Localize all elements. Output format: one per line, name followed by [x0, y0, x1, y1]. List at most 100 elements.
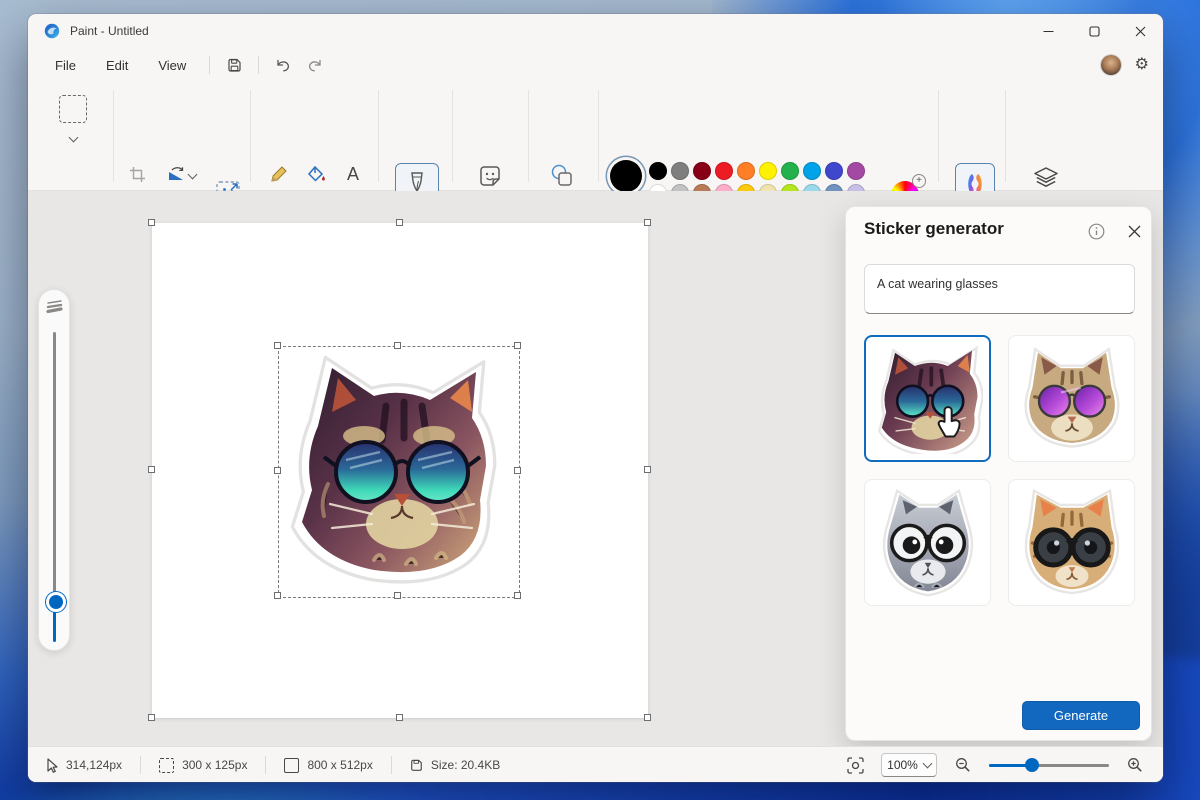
zoom-in-icon — [1127, 757, 1143, 773]
panel-close-icon — [1128, 225, 1141, 238]
rotate-button[interactable] — [162, 160, 190, 188]
generate-button[interactable]: Generate — [1022, 701, 1140, 730]
panel-close-button[interactable] — [1122, 219, 1146, 243]
palette-color-swatch[interactable] — [803, 162, 821, 180]
prompt-input[interactable]: A cat wearing glasses — [864, 264, 1135, 314]
sticker-thumbnail-4[interactable] — [1008, 479, 1135, 606]
sticker-thumbnail-2[interactable] — [1008, 335, 1135, 462]
close-button[interactable] — [1117, 14, 1163, 48]
menu-file[interactable]: File — [40, 53, 91, 78]
zoom-slider-thumb[interactable] — [1025, 758, 1039, 772]
maximize-button[interactable] — [1071, 14, 1117, 48]
add-color-plus-icon[interactable]: + — [912, 174, 926, 188]
save-button[interactable] — [218, 51, 250, 79]
menubar-separator — [258, 56, 259, 74]
text-tool-button[interactable]: A — [339, 160, 367, 188]
selection-handle[interactable] — [514, 342, 521, 349]
canvas-resize-handle[interactable] — [148, 466, 155, 473]
account-avatar[interactable] — [1101, 55, 1121, 75]
pencil-icon — [270, 165, 288, 183]
palette-color-swatch[interactable] — [781, 162, 799, 180]
canvas-workspace: Sticker generator A cat wearing glasses — [28, 191, 1163, 746]
selection-handle[interactable] — [274, 467, 281, 474]
minimize-button[interactable] — [1025, 14, 1071, 48]
color1-swatch[interactable] — [610, 160, 642, 192]
canvas-resize-handle[interactable] — [396, 219, 403, 226]
cursor-position-indicator: 314,124px — [40, 758, 128, 773]
minimize-icon — [1043, 26, 1054, 37]
canvas-resize-handle[interactable] — [644, 714, 651, 721]
canvas-resize-handle[interactable] — [148, 219, 155, 226]
sticker-face-icon — [477, 163, 503, 189]
close-icon — [1135, 26, 1146, 37]
file-size-text: Size: 20.4KB — [431, 758, 500, 772]
palette-color-swatch[interactable] — [671, 162, 689, 180]
selection-marquee[interactable] — [278, 346, 520, 598]
canvas-resize-handle[interactable] — [148, 714, 155, 721]
layers-button[interactable] — [1032, 164, 1060, 192]
shapes-button[interactable] — [548, 162, 576, 190]
selection-handle[interactable] — [514, 467, 521, 474]
stroke-width-icon — [46, 300, 63, 313]
sticker-generator-panel: Sticker generator A cat wearing glasses — [845, 206, 1152, 741]
cursor-position-text: 314,124px — [66, 758, 122, 772]
pencil-tool-button[interactable] — [265, 160, 293, 188]
selection-dropdown-chevron-icon[interactable] — [69, 133, 79, 143]
canvas-resize-handle[interactable] — [396, 714, 403, 721]
palette-color-swatch[interactable] — [715, 162, 733, 180]
settings-gear-icon[interactable]: ⚙ — [1135, 57, 1149, 73]
zoom-slider[interactable] — [989, 757, 1109, 773]
brush-size-slider[interactable] — [38, 289, 70, 651]
canvas-resize-handle[interactable] — [644, 466, 651, 473]
info-button[interactable] — [1084, 219, 1108, 243]
menu-view[interactable]: View — [143, 53, 201, 78]
palette-color-swatch[interactable] — [693, 162, 711, 180]
paint-window: Paint - Untitled File Edit View — [28, 14, 1163, 782]
selection-tool-button[interactable] — [56, 92, 90, 126]
sticker-thumbnail-1[interactable] — [864, 335, 991, 462]
title-bar[interactable]: Paint - Untitled — [28, 14, 1163, 48]
slider-track[interactable] — [53, 332, 56, 599]
stickers-button[interactable] — [476, 162, 504, 190]
sticker-3-cat-image — [873, 488, 983, 598]
sticker-thumbnail-3[interactable] — [864, 479, 991, 606]
slider-thumb[interactable] — [46, 592, 66, 612]
layers-icon — [1033, 166, 1059, 190]
canvas-resize-handle[interactable] — [644, 219, 651, 226]
fit-to-screen-icon — [847, 757, 864, 774]
zoom-level-dropdown[interactable]: 100% — [881, 753, 937, 777]
selection-handle[interactable] — [514, 592, 521, 599]
palette-color-swatch[interactable] — [825, 162, 843, 180]
fit-to-screen-button[interactable] — [839, 751, 871, 779]
redo-button[interactable] — [299, 51, 331, 79]
palette-row-1 — [649, 162, 865, 180]
undo-icon — [275, 58, 291, 73]
zoom-dropdown-chevron-icon — [922, 759, 932, 769]
selection-handle[interactable] — [394, 592, 401, 599]
window-title: Paint - Untitled — [70, 24, 149, 38]
ribbon-separator — [598, 90, 599, 182]
canvas-size-indicator: 800 x 512px — [278, 758, 378, 773]
palette-color-swatch[interactable] — [737, 162, 755, 180]
crop-button[interactable] — [123, 160, 151, 188]
menu-edit[interactable]: Edit — [91, 53, 143, 78]
selection-rect-icon — [59, 95, 87, 123]
selection-handle[interactable] — [274, 342, 281, 349]
sticker-4-cat-image — [1017, 488, 1127, 598]
canvas-size-text: 800 x 512px — [307, 758, 372, 772]
sticker-1-cat-image — [873, 344, 983, 454]
zoom-level-text: 100% — [887, 758, 918, 772]
selection-handle[interactable] — [394, 342, 401, 349]
palette-color-swatch[interactable] — [649, 162, 667, 180]
zoom-in-button[interactable] — [1119, 751, 1151, 779]
zoom-out-button[interactable] — [947, 751, 979, 779]
palette-color-swatch[interactable] — [847, 162, 865, 180]
text-tool-icon: A — [347, 164, 359, 185]
redo-icon — [307, 58, 323, 73]
selection-handle[interactable] — [274, 592, 281, 599]
rotate-icon — [167, 166, 186, 183]
fill-tool-button[interactable] — [302, 160, 330, 188]
undo-button[interactable] — [267, 51, 299, 79]
palette-color-swatch[interactable] — [759, 162, 777, 180]
save-icon — [227, 58, 242, 73]
